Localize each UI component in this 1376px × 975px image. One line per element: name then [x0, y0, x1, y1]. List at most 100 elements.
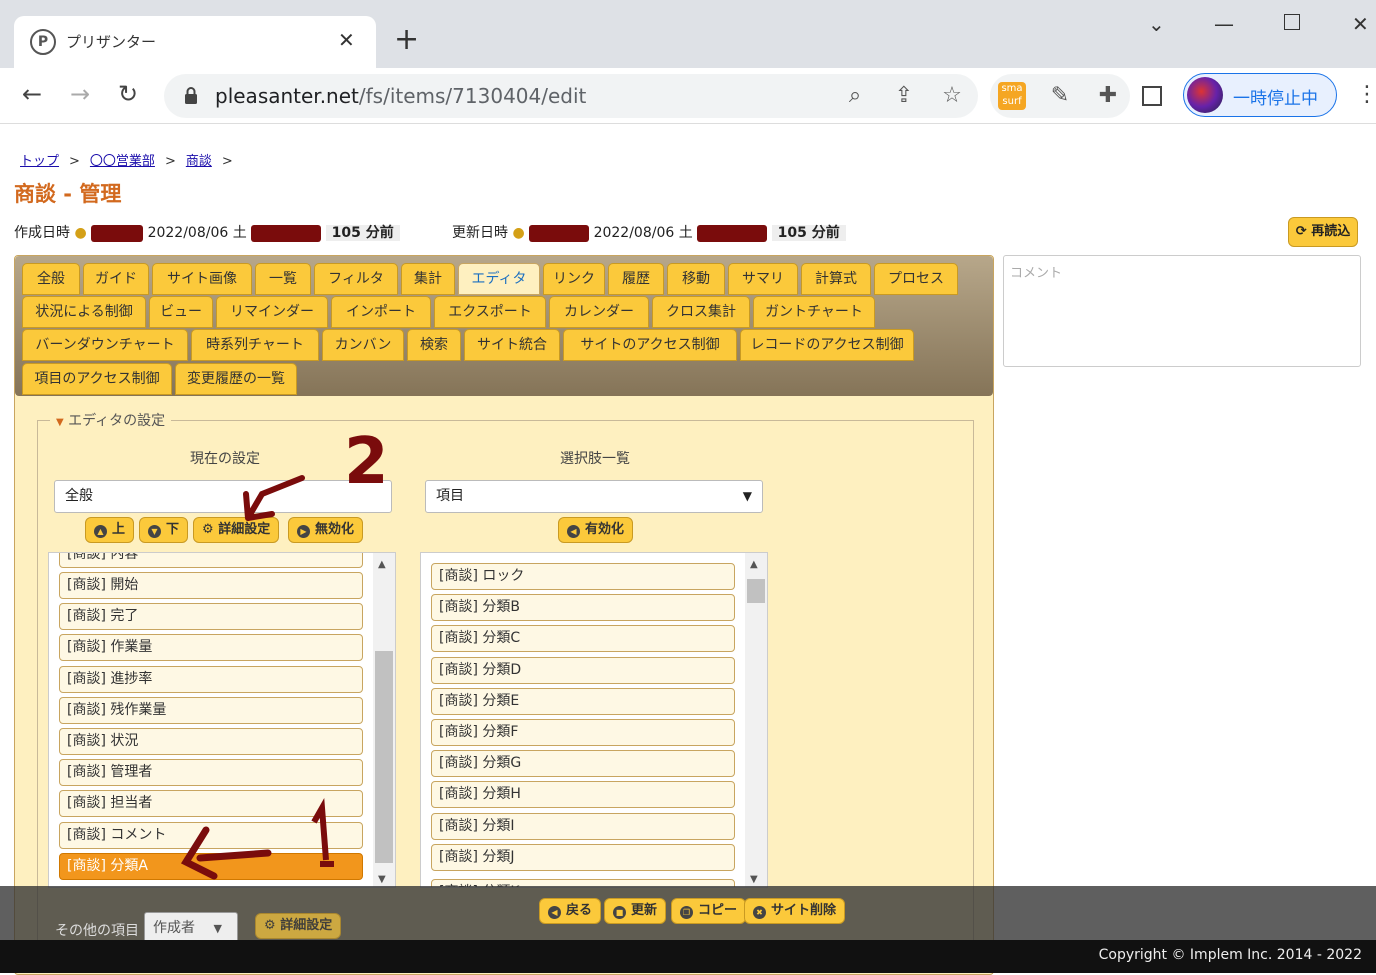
- extensions-puzzle-icon[interactable]: ✚: [1094, 82, 1122, 110]
- tab-tabs_row1-8[interactable]: 履歴: [608, 263, 664, 295]
- advanced-settings-button[interactable]: ⚙ 詳細設定: [193, 517, 280, 543]
- list-item[interactable]: [商談] 内容: [59, 553, 363, 568]
- tab-tabs_row2-0[interactable]: 状況による制御: [22, 296, 146, 328]
- update-button[interactable]: ■ 更新: [604, 898, 667, 924]
- list-item[interactable]: [商談] 分類C: [431, 625, 735, 653]
- tab-tabs_row2-7[interactable]: ガントチャート: [753, 296, 875, 328]
- tab-tabs_row1-9[interactable]: 移動: [667, 263, 725, 295]
- tab-tabs_row2-2[interactable]: リマインダー: [216, 296, 328, 328]
- tab-tabs_row1-12[interactable]: プロセス: [874, 263, 958, 295]
- tab-tabs_row4-0[interactable]: 項目のアクセス制御: [22, 363, 172, 395]
- tab-tabs_row1-5[interactable]: 集計: [401, 263, 455, 295]
- tab-tabs_row1-10[interactable]: サマリ: [728, 263, 798, 295]
- tab-close-icon[interactable]: ✕: [338, 28, 355, 52]
- breadcrumb-site[interactable]: 商談: [186, 154, 212, 169]
- tab-tabs_row2-6[interactable]: クロス集計: [652, 296, 750, 328]
- enable-button[interactable]: ◀ 有効化: [558, 517, 634, 543]
- maximize-icon[interactable]: [1284, 14, 1300, 30]
- tab-tabs_row1-4[interactable]: フィルタ: [314, 263, 398, 295]
- list-item[interactable]: [商談] ロック: [431, 563, 735, 590]
- delete-site-button[interactable]: ✖ サイト削除: [744, 898, 846, 924]
- tab-tabs_row3-4[interactable]: サイト統合: [464, 329, 560, 361]
- tab-tabs_row1-6[interactable]: エディタ: [458, 263, 540, 295]
- back-icon[interactable]: ←: [22, 80, 42, 108]
- breadcrumb-dept[interactable]: 〇〇営業部: [90, 154, 155, 169]
- scroll-thumb[interactable]: [747, 579, 765, 603]
- copy-button[interactable]: ❐ コピー: [671, 898, 747, 924]
- list-item[interactable]: [商談] 分類F: [431, 719, 735, 746]
- scrollbar[interactable]: ▲ ▼: [373, 553, 395, 887]
- list-item[interactable]: [商談] 分類D: [431, 656, 735, 684]
- scroll-up-icon[interactable]: ▲: [750, 559, 758, 570]
- tab-tabs_row2-1[interactable]: ビュー: [149, 296, 213, 328]
- tab-tabs_row3-1[interactable]: 時系列チャート: [191, 329, 319, 361]
- list-item[interactable]: [商談] 分類E: [431, 687, 735, 715]
- list-item[interactable]: [商談] 完了: [59, 603, 363, 631]
- zoom-icon[interactable]: ⌕: [841, 82, 869, 110]
- current-settings-select[interactable]: 全般: [54, 480, 392, 513]
- list-item[interactable]: [商談] 作業量: [59, 634, 363, 662]
- tab-tabs_row1-7[interactable]: リンク: [543, 263, 605, 295]
- comment-textarea[interactable]: コメント: [1003, 255, 1361, 367]
- created-ago: 105 分前: [325, 225, 400, 241]
- breadcrumb-top[interactable]: トップ: [20, 154, 59, 169]
- list-item[interactable]: [商談] 開始: [59, 572, 363, 599]
- side-panel-icon[interactable]: [1142, 86, 1162, 106]
- minimize-icon[interactable]: —: [1214, 12, 1234, 36]
- tab-tabs_row1-2[interactable]: サイト画像: [152, 263, 252, 295]
- tab-tabs_row1-0[interactable]: 全般: [22, 263, 80, 295]
- chevron-down-icon: ▼: [213, 922, 222, 935]
- back-button[interactable]: ◀ 戻る: [539, 898, 602, 924]
- list-item[interactable]: [商談] 分類J: [431, 843, 735, 871]
- tab-tabs_row3-6[interactable]: レコードのアクセス制御: [740, 329, 914, 361]
- scrollbar[interactable]: ▲ ▼: [745, 553, 767, 887]
- tab-tabs_row3-2[interactable]: カンバン: [322, 329, 404, 361]
- window-close-icon[interactable]: ✕: [1352, 12, 1369, 36]
- current-settings-list[interactable]: [商談] 内容 [商談] 開始 [商談] 完了 [商談] 作業量 [商談] 進捗率 [商…: [48, 552, 396, 888]
- smasurf-extension-icon[interactable]: sma surf: [998, 82, 1026, 110]
- list-item[interactable]: [商談] 分類A: [59, 852, 363, 880]
- move-down-button[interactable]: ▼ 下: [139, 517, 189, 543]
- share-icon[interactable]: ⇪: [890, 82, 918, 110]
- tab-tabs_row3-5[interactable]: サイトのアクセス制御: [563, 329, 737, 361]
- tab-tabs_row2-3[interactable]: インポート: [331, 296, 431, 328]
- scroll-down-icon[interactable]: ▼: [378, 874, 386, 885]
- tab-tabs_row3-3[interactable]: 検索: [407, 329, 461, 361]
- tab-tabs_row1-3[interactable]: 一覧: [255, 263, 311, 295]
- list-item[interactable]: [商談] 分類B: [431, 594, 735, 622]
- scroll-thumb[interactable]: [375, 651, 393, 863]
- other-advanced-settings-button[interactable]: ⚙ 詳細設定: [255, 913, 342, 939]
- tab-tabs_row1-1[interactable]: ガイド: [83, 263, 149, 295]
- new-tab-icon[interactable]: +: [394, 22, 419, 58]
- scroll-down-icon[interactable]: ▼: [750, 874, 758, 885]
- list-item[interactable]: [商談] コメント: [59, 821, 363, 849]
- notes-extension-icon[interactable]: ✎: [1046, 82, 1074, 110]
- list-item[interactable]: [商談] 分類I: [431, 812, 735, 840]
- url-text[interactable]: pleasanter.net/fs/items/7130404/edit: [215, 84, 586, 108]
- list-item[interactable]: [商談] 分類G: [431, 750, 735, 778]
- editor-legend[interactable]: ▼ エディタの設定: [50, 410, 172, 430]
- reload-page-icon[interactable]: ↻: [118, 80, 138, 108]
- reload-button[interactable]: ⟳ 再読込: [1288, 217, 1358, 247]
- gear-icon: ⚙: [264, 918, 281, 933]
- list-item[interactable]: [商談] 管理者: [59, 759, 363, 787]
- bookmark-star-icon[interactable]: ☆: [938, 82, 966, 110]
- list-item[interactable]: [商談] 分類H: [431, 781, 735, 809]
- move-up-button[interactable]: ▲ 上: [85, 517, 135, 543]
- browser-menu-icon[interactable]: ⋮: [1356, 82, 1376, 107]
- tab-tabs_row2-5[interactable]: カレンダー: [549, 296, 649, 328]
- options-select[interactable]: 項目 ▼: [425, 480, 763, 513]
- options-list[interactable]: [商談] ロック [商談] 分類B [商談] 分類C [商談] 分類D [商談] 分類E…: [420, 552, 768, 888]
- tab-tabs_row3-0[interactable]: バーンダウンチャート: [22, 329, 188, 361]
- list-item[interactable]: [商談] 進捗率: [59, 665, 363, 693]
- tab-tabs_row4-1[interactable]: 変更履歴の一覧: [175, 363, 297, 395]
- disable-button[interactable]: ▶ 無効化: [288, 517, 364, 543]
- tab-tabs_row1-11[interactable]: 計算式: [801, 263, 871, 295]
- list-item[interactable]: [商談] 残作業量: [59, 696, 363, 724]
- forward-icon[interactable]: →: [70, 80, 90, 108]
- tab-tabs_row2-4[interactable]: エクスポート: [434, 296, 546, 328]
- list-item[interactable]: [商談] 担当者: [59, 790, 363, 818]
- scroll-up-icon[interactable]: ▲: [378, 559, 386, 570]
- list-item[interactable]: [商談] 状況: [59, 728, 363, 755]
- tab-search-chevron-icon[interactable]: ⌄: [1148, 12, 1165, 36]
